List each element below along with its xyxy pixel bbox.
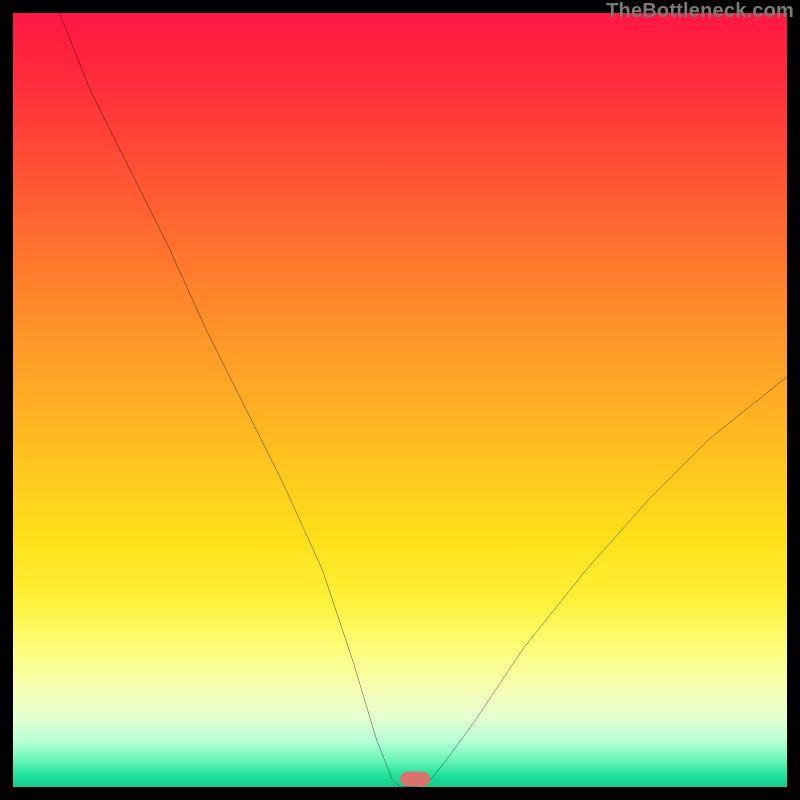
- chart-frame: TheBottleneck.com: [0, 0, 800, 800]
- optimum-marker: [400, 772, 430, 787]
- watermark-text: TheBottleneck.com: [606, 0, 794, 23]
- bottleneck-curve: [13, 13, 787, 787]
- plot-area: [13, 13, 787, 787]
